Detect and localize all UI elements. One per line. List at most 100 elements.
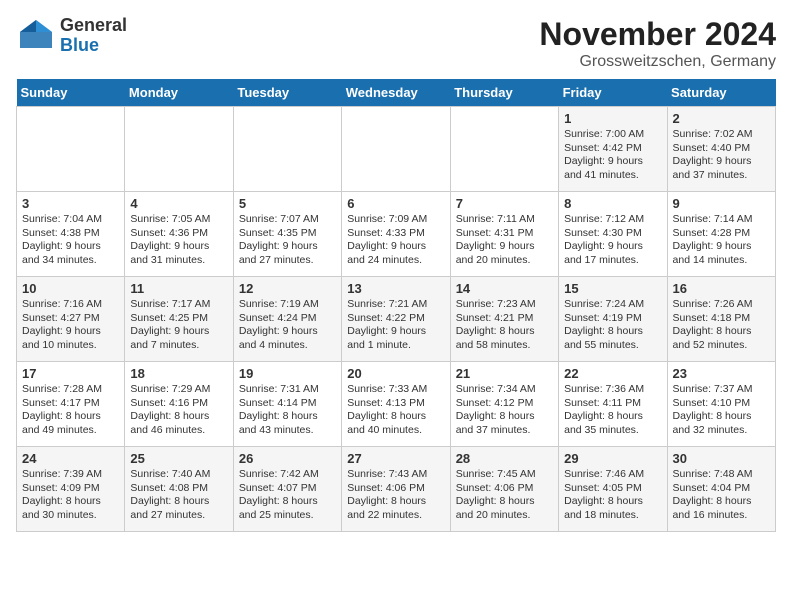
day-cell	[233, 107, 341, 192]
day-info: Sunrise: 7:31 AM	[239, 383, 336, 397]
day-cell: 21Sunrise: 7:34 AMSunset: 4:12 PMDayligh…	[450, 362, 558, 447]
day-cell	[342, 107, 450, 192]
logo: General Blue	[16, 16, 127, 56]
day-cell: 28Sunrise: 7:45 AMSunset: 4:06 PMDayligh…	[450, 447, 558, 532]
day-cell: 6Sunrise: 7:09 AMSunset: 4:33 PMDaylight…	[342, 192, 450, 277]
day-number: 3	[22, 196, 119, 211]
day-info: Daylight: 9 hours and 31 minutes.	[130, 240, 227, 267]
day-info: Sunrise: 7:34 AM	[456, 383, 553, 397]
day-number: 15	[564, 281, 661, 296]
day-number: 30	[673, 451, 770, 466]
day-info: Daylight: 8 hours and 40 minutes.	[347, 410, 444, 437]
header-cell-thursday: Thursday	[450, 79, 558, 107]
header-cell-tuesday: Tuesday	[233, 79, 341, 107]
calendar-subtitle: Grossweitzschen, Germany	[539, 53, 776, 71]
day-number: 5	[239, 196, 336, 211]
title-area: November 2024 Grossweitzschen, Germany	[539, 16, 776, 71]
day-info: Sunset: 4:33 PM	[347, 227, 444, 241]
day-info: Sunset: 4:09 PM	[22, 482, 119, 496]
header: General Blue November 2024 Grossweitzsch…	[16, 16, 776, 71]
day-cell: 9Sunrise: 7:14 AMSunset: 4:28 PMDaylight…	[667, 192, 775, 277]
day-info: Sunrise: 7:26 AM	[673, 298, 770, 312]
day-info: Sunset: 4:35 PM	[239, 227, 336, 241]
day-info: Daylight: 9 hours and 7 minutes.	[130, 325, 227, 352]
day-cell: 27Sunrise: 7:43 AMSunset: 4:06 PMDayligh…	[342, 447, 450, 532]
day-info: Sunset: 4:16 PM	[130, 397, 227, 411]
day-info: Sunset: 4:38 PM	[22, 227, 119, 241]
day-number: 4	[130, 196, 227, 211]
day-cell: 22Sunrise: 7:36 AMSunset: 4:11 PMDayligh…	[559, 362, 667, 447]
day-info: Sunrise: 7:00 AM	[564, 128, 661, 142]
day-info: Daylight: 9 hours and 4 minutes.	[239, 325, 336, 352]
header-cell-monday: Monday	[125, 79, 233, 107]
day-cell: 19Sunrise: 7:31 AMSunset: 4:14 PMDayligh…	[233, 362, 341, 447]
day-info: Sunset: 4:27 PM	[22, 312, 119, 326]
day-number: 28	[456, 451, 553, 466]
day-cell	[17, 107, 125, 192]
day-number: 6	[347, 196, 444, 211]
day-cell: 25Sunrise: 7:40 AMSunset: 4:08 PMDayligh…	[125, 447, 233, 532]
day-number: 18	[130, 366, 227, 381]
day-number: 9	[673, 196, 770, 211]
day-cell: 7Sunrise: 7:11 AMSunset: 4:31 PMDaylight…	[450, 192, 558, 277]
day-info: Sunset: 4:28 PM	[673, 227, 770, 241]
day-info: Sunrise: 7:21 AM	[347, 298, 444, 312]
day-cell: 14Sunrise: 7:23 AMSunset: 4:21 PMDayligh…	[450, 277, 558, 362]
day-number: 13	[347, 281, 444, 296]
day-info: Sunset: 4:22 PM	[347, 312, 444, 326]
day-number: 25	[130, 451, 227, 466]
day-info: Sunset: 4:17 PM	[22, 397, 119, 411]
day-info: Sunset: 4:25 PM	[130, 312, 227, 326]
day-number: 19	[239, 366, 336, 381]
day-info: Daylight: 8 hours and 20 minutes.	[456, 495, 553, 522]
day-info: Sunset: 4:19 PM	[564, 312, 661, 326]
day-info: Daylight: 8 hours and 25 minutes.	[239, 495, 336, 522]
day-cell: 15Sunrise: 7:24 AMSunset: 4:19 PMDayligh…	[559, 277, 667, 362]
day-number: 8	[564, 196, 661, 211]
day-info: Sunrise: 7:12 AM	[564, 213, 661, 227]
header-cell-saturday: Saturday	[667, 79, 775, 107]
day-cell: 2Sunrise: 7:02 AMSunset: 4:40 PMDaylight…	[667, 107, 775, 192]
day-number: 11	[130, 281, 227, 296]
day-number: 7	[456, 196, 553, 211]
day-info: Sunrise: 7:04 AM	[22, 213, 119, 227]
week-row-1: 3 Sunrise: 7:04 AMSunset: 4:38 PM Daylight…	[17, 192, 776, 277]
day-cell: 26Sunrise: 7:42 AMSunset: 4:07 PMDayligh…	[233, 447, 341, 532]
day-number: 27	[347, 451, 444, 466]
day-info: Daylight: 9 hours and 24 minutes.	[347, 240, 444, 267]
day-info: Sunrise: 7:07 AM	[239, 213, 336, 227]
day-info: Daylight: 8 hours and 58 minutes.	[456, 325, 553, 352]
day-info: Daylight: 8 hours and 18 minutes.	[564, 495, 661, 522]
day-cell: 17Sunrise: 7:28 AMSunset: 4:17 PMDayligh…	[17, 362, 125, 447]
day-info: Sunset: 4:06 PM	[456, 482, 553, 496]
header-row: SundayMondayTuesdayWednesdayThursdayFrid…	[17, 79, 776, 107]
day-info: Daylight: 8 hours and 55 minutes.	[564, 325, 661, 352]
week-row-0: 1Sunrise: 7:00 AMSunset: 4:42 PMDaylight…	[17, 107, 776, 192]
day-info: Daylight: 8 hours and 30 minutes.	[22, 495, 119, 522]
day-cell: 16Sunrise: 7:26 AMSunset: 4:18 PMDayligh…	[667, 277, 775, 362]
day-info: Daylight: 8 hours and 32 minutes.	[673, 410, 770, 437]
day-info: Daylight: 8 hours and 52 minutes.	[673, 325, 770, 352]
day-info: Sunrise: 7:29 AM	[130, 383, 227, 397]
day-info: Sunset: 4:05 PM	[564, 482, 661, 496]
day-info: Sunset: 4:13 PM	[347, 397, 444, 411]
day-info: Sunset: 4:08 PM	[130, 482, 227, 496]
day-info: Sunrise: 7:39 AM	[22, 468, 119, 482]
day-info: Sunset: 4:04 PM	[673, 482, 770, 496]
day-number: 22	[564, 366, 661, 381]
day-info: Sunset: 4:10 PM	[673, 397, 770, 411]
header-cell-wednesday: Wednesday	[342, 79, 450, 107]
day-info: Sunrise: 7:23 AM	[456, 298, 553, 312]
logo-text: General Blue	[60, 16, 127, 56]
day-cell: 1Sunrise: 7:00 AMSunset: 4:42 PMDaylight…	[559, 107, 667, 192]
day-info: Sunrise: 7:43 AM	[347, 468, 444, 482]
day-info: Sunset: 4:21 PM	[456, 312, 553, 326]
day-info: Sunset: 4:14 PM	[239, 397, 336, 411]
day-info: Sunset: 4:36 PM	[130, 227, 227, 241]
day-cell: 10Sunrise: 7:16 AMSunset: 4:27 PMDayligh…	[17, 277, 125, 362]
calendar-header: SundayMondayTuesdayWednesdayThursdayFrid…	[17, 79, 776, 107]
day-info: Sunrise: 7:33 AM	[347, 383, 444, 397]
calendar-title: November 2024	[539, 16, 776, 53]
logo-general: General	[60, 16, 127, 36]
day-cell: 3Sunrise: 7:04 AMSunset: 4:38 PMDaylight…	[17, 192, 125, 277]
